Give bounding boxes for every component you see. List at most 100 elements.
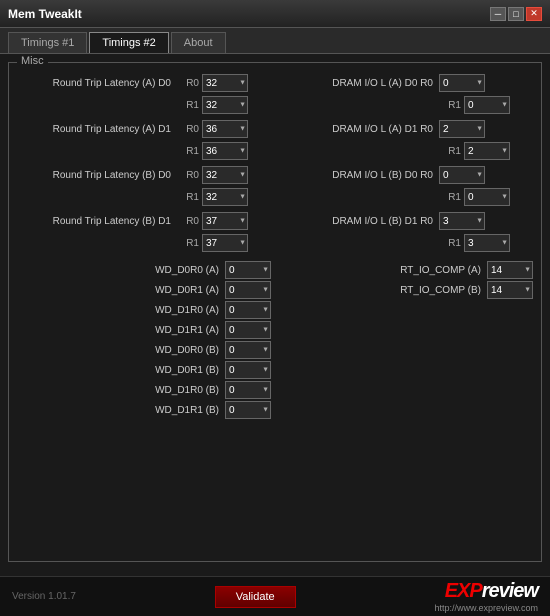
minimize-button[interactable]: ─	[490, 7, 506, 21]
right-column: DRAM I/O L (A) D0 R0 0 R1 0	[279, 73, 533, 421]
dram-a-d0-r1-wrapper[interactable]: 0	[464, 96, 510, 114]
rt-comp-a-wrapper[interactable]: 14	[487, 261, 533, 279]
dram-a-d0-r1-select[interactable]: 0	[464, 96, 510, 114]
rtl-a-d1-r0-wrapper[interactable]: 36	[202, 120, 248, 138]
rtl-b-d0-group: Round Trip Latency (B) D0 R0 32 R1	[17, 165, 271, 207]
rtl-b-d0-r1-select[interactable]: 32	[202, 188, 248, 206]
rtl-b-d0-r0-row: Round Trip Latency (B) D0 R0 32	[17, 165, 271, 185]
r1-dram-a-d0: R1	[439, 100, 461, 111]
rt-comp-a-select[interactable]: 14	[487, 261, 533, 279]
wd-d0r1-b-label: WD_D0R1 (B)	[105, 365, 225, 376]
wd-d0r1-b-select[interactable]: 0	[225, 361, 271, 379]
close-button[interactable]: ✕	[526, 7, 542, 21]
wd-d1r1-a-row: WD_D1R1 (A) 0	[17, 321, 271, 339]
watermark-url: http://www.expreview.com	[434, 603, 538, 613]
wd-d0r0-a-wrapper[interactable]: 0	[225, 261, 271, 279]
tab-timings1[interactable]: Timings #1	[8, 32, 87, 53]
rtl-b-d1-r1-select[interactable]: 37	[202, 234, 248, 252]
wd-d1r1-b-wrapper[interactable]: 0	[225, 401, 271, 419]
dram-b-d1-r0-wrapper[interactable]: 3	[439, 212, 485, 230]
dram-a-d1-r1-select[interactable]: 2	[464, 142, 510, 160]
watermark-exp: EXP	[445, 580, 482, 602]
rtl-a-d0-r1-select[interactable]: 32	[202, 96, 248, 114]
rtl-a-d1-r1-select[interactable]: 36	[202, 142, 248, 160]
dram-a-d0-r0-row: DRAM I/O L (A) D0 R0 0	[279, 73, 533, 93]
dram-b-d0-r1-select[interactable]: 0	[464, 188, 510, 206]
rtl-a-d0-r0-wrapper[interactable]: 32	[202, 74, 248, 92]
rt-comp-b-select[interactable]: 14	[487, 281, 533, 299]
rtl-a-d0-label: Round Trip Latency (A) D0	[17, 78, 177, 89]
wd-d0r0-a-select[interactable]: 0	[225, 261, 271, 279]
dram-a-d1-r1-wrapper[interactable]: 2	[464, 142, 510, 160]
wd-d0r1-a-wrapper[interactable]: 0	[225, 281, 271, 299]
wd-d0r1-b-row: WD_D0R1 (B) 0	[17, 361, 271, 379]
dram-a-d0-r0-select[interactable]: 0	[439, 74, 485, 92]
rt-comp-a-label: RT_IO_COMP (A)	[367, 265, 487, 276]
dram-b-d1-r1-row: R1 3	[279, 233, 533, 253]
rtl-a-d0-r1-wrapper[interactable]: 32	[202, 96, 248, 114]
dram-b-d1-r1-wrapper[interactable]: 3	[464, 234, 510, 252]
rtl-b-d1-r0-select[interactable]: 37	[202, 212, 248, 230]
wd-d1r1-b-select[interactable]: 0	[225, 401, 271, 419]
rtl-b-d1-r1-wrapper[interactable]: 37	[202, 234, 248, 252]
rt-comp-b-wrapper[interactable]: 14	[487, 281, 533, 299]
dram-b-d0-r1-wrapper[interactable]: 0	[464, 188, 510, 206]
wd-d0r0-b-wrapper[interactable]: 0	[225, 341, 271, 359]
wd-d1r1-b-label: WD_D1R1 (B)	[105, 405, 225, 416]
two-columns: Round Trip Latency (A) D0 R0 32 R1	[17, 73, 533, 421]
rtl-b-d1-r1-row: R1 37	[17, 233, 271, 253]
wd-d1r1-a-label: WD_D1R1 (A)	[105, 325, 225, 336]
tab-timings2[interactable]: Timings #2	[89, 32, 168, 53]
rtl-a-d1-r1-wrapper[interactable]: 36	[202, 142, 248, 160]
tab-about[interactable]: About	[171, 32, 226, 53]
wd-d1r0-b-select[interactable]: 0	[225, 381, 271, 399]
dram-a-d1-r0-select[interactable]: 2	[439, 120, 485, 138]
dram-b-d1-r1-select[interactable]: 3	[464, 234, 510, 252]
rtl-b-d0-r1-wrapper[interactable]: 32	[202, 188, 248, 206]
dram-b-d0-r0-wrapper[interactable]: 0	[439, 166, 485, 184]
wd-d1r0-b-label: WD_D1R0 (B)	[105, 385, 225, 396]
rtl-b-d0-r1-row: R1 32	[17, 187, 271, 207]
footer-bar: Version 1.01.7 Validate EXPreview http:/…	[0, 576, 550, 616]
rtl-b-d1-r0-wrapper[interactable]: 37	[202, 212, 248, 230]
rtl-b-d0-r0-wrapper[interactable]: 32	[202, 166, 248, 184]
rtl-a-d1-r0-select[interactable]: 36	[202, 120, 248, 138]
dram-b-d0-r0-select[interactable]: 0	[439, 166, 485, 184]
wd-d1r1-a-wrapper[interactable]: 0	[225, 321, 271, 339]
r0-label3: R0	[177, 170, 199, 181]
validate-button[interactable]: Validate	[215, 586, 296, 608]
dram-a-d0-r0-wrapper[interactable]: 0	[439, 74, 485, 92]
version-label: Version 1.01.7	[12, 591, 76, 602]
dram-a-d1-r0-row: DRAM I/O L (A) D1 R0 2	[279, 119, 533, 139]
wd-d1r1-a-select[interactable]: 0	[225, 321, 271, 339]
misc-group: Misc Round Trip Latency (A) D0 R0 32	[8, 62, 542, 562]
rtl-a-d0-r0-select[interactable]: 32	[202, 74, 248, 92]
r1-label2: R1	[177, 146, 199, 157]
wd-d1r0-a-select[interactable]: 0	[225, 301, 271, 319]
wd-d1r0-b-row: WD_D1R0 (B) 0	[17, 381, 271, 399]
dram-a-d1-r0-wrapper[interactable]: 2	[439, 120, 485, 138]
dram-b-d1-group: DRAM I/O L (B) D1 R0 3 R1 3	[279, 211, 533, 253]
wd-d0r1-a-row: WD_D0R1 (A) 0	[17, 281, 271, 299]
wd-d1r0-a-wrapper[interactable]: 0	[225, 301, 271, 319]
wd-d0r0-b-label: WD_D0R0 (B)	[105, 345, 225, 356]
rtl-a-d1-r1-row: R1 36	[17, 141, 271, 161]
dram-b-d0-group: DRAM I/O L (B) D0 R0 0 R1 0	[279, 165, 533, 207]
rtl-b-d1-label: Round Trip Latency (B) D1	[17, 216, 177, 227]
dram-b-d0-r0-row: DRAM I/O L (B) D0 R0 0	[279, 165, 533, 185]
wd-d1r0-b-wrapper[interactable]: 0	[225, 381, 271, 399]
rtl-b-d0-label: Round Trip Latency (B) D0	[17, 170, 177, 181]
rtl-b-d0-r0-select[interactable]: 32	[202, 166, 248, 184]
wd-d0r0-b-select[interactable]: 0	[225, 341, 271, 359]
wd-d0r1-b-wrapper[interactable]: 0	[225, 361, 271, 379]
rtl-a-d1-group: Round Trip Latency (A) D1 R0 36 R1	[17, 119, 271, 161]
maximize-button[interactable]: □	[508, 7, 524, 21]
rtl-a-d0-r0-row: Round Trip Latency (A) D0 R0 32	[17, 73, 271, 93]
rt-section: RT_IO_COMP (A) 14 RT_IO_COMP (B) 14	[279, 261, 533, 299]
rt-comp-b-label: RT_IO_COMP (B)	[367, 285, 487, 296]
wd-d0r1-a-select[interactable]: 0	[225, 281, 271, 299]
rtl-a-d1-r0-row: Round Trip Latency (A) D1 R0 36	[17, 119, 271, 139]
wd-d0r0-b-row: WD_D0R0 (B) 0	[17, 341, 271, 359]
title-bar: Mem TweakIt ─ □ ✕	[0, 0, 550, 28]
dram-b-d1-r0-select[interactable]: 3	[439, 212, 485, 230]
